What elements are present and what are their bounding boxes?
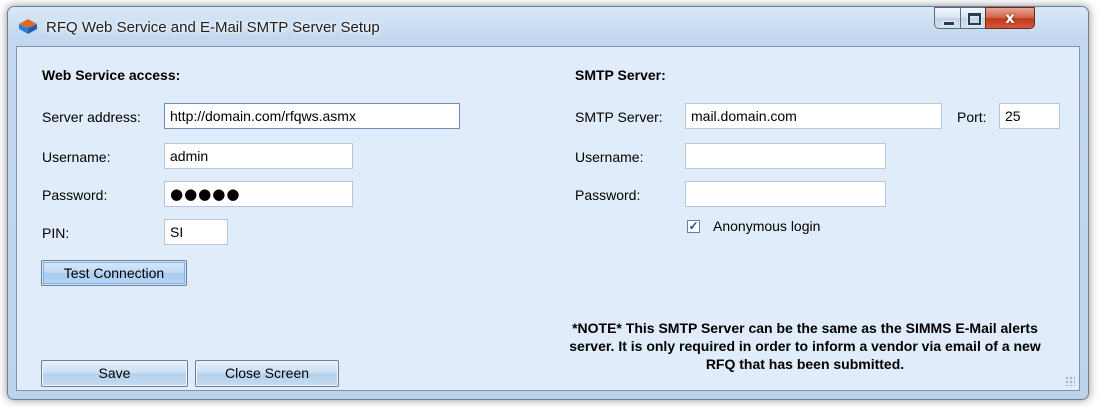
smtp-heading: SMTP Server: xyxy=(575,67,666,83)
smtp-username-label: Username: xyxy=(575,149,644,165)
server-address-label: Server address: xyxy=(42,109,141,125)
ws-username-label: Username: xyxy=(42,149,111,165)
minimize-icon xyxy=(943,21,955,26)
app-logo-icon xyxy=(19,19,37,34)
anonymous-login-checkbox[interactable]: ✓ xyxy=(687,220,700,233)
ws-password-label: Password: xyxy=(42,187,108,203)
smtp-password-input[interactable] xyxy=(685,181,886,207)
ws-password-input[interactable]: ●●●●● xyxy=(164,181,353,207)
save-button[interactable]: Save xyxy=(41,360,188,387)
minimize-button[interactable] xyxy=(934,7,961,29)
smtp-username-input[interactable] xyxy=(685,143,886,169)
maximize-button[interactable] xyxy=(960,7,986,29)
title-bar[interactable]: RFQ Web Service and E-Mail SMTP Server S… xyxy=(8,7,1088,45)
ws-username-input[interactable]: admin xyxy=(164,143,353,169)
window-title: RFQ Web Service and E-Mail SMTP Server S… xyxy=(46,19,380,36)
test-connection-button[interactable]: Test Connection xyxy=(41,260,187,286)
anonymous-login-label[interactable]: Anonymous login xyxy=(713,218,820,234)
server-address-input[interactable]: http://domain.com/rfqws.asmx xyxy=(164,103,460,129)
form-area: Web Service access: Server address: http… xyxy=(16,46,1080,391)
smtp-server-label: SMTP Server: xyxy=(575,109,663,125)
pin-input[interactable]: SI xyxy=(164,219,228,245)
pin-label: PIN: xyxy=(42,225,70,241)
close-window-button[interactable]: x xyxy=(985,7,1035,29)
smtp-password-label: Password: xyxy=(575,187,641,203)
close-screen-button[interactable]: Close Screen xyxy=(195,360,339,387)
smtp-server-input[interactable]: mail.domain.com xyxy=(685,103,942,129)
web-service-heading: Web Service access: xyxy=(42,67,181,83)
maximize-icon xyxy=(968,13,981,25)
resize-grip-icon[interactable] xyxy=(1065,376,1075,386)
setup-window: RFQ Web Service and E-Mail SMTP Server S… xyxy=(7,6,1089,400)
port-input[interactable]: 25 xyxy=(999,103,1060,129)
close-icon: x xyxy=(1005,9,1015,27)
smtp-note: *NOTE* This SMTP Server can be the same … xyxy=(569,320,1041,372)
port-label: Port: xyxy=(957,109,987,125)
